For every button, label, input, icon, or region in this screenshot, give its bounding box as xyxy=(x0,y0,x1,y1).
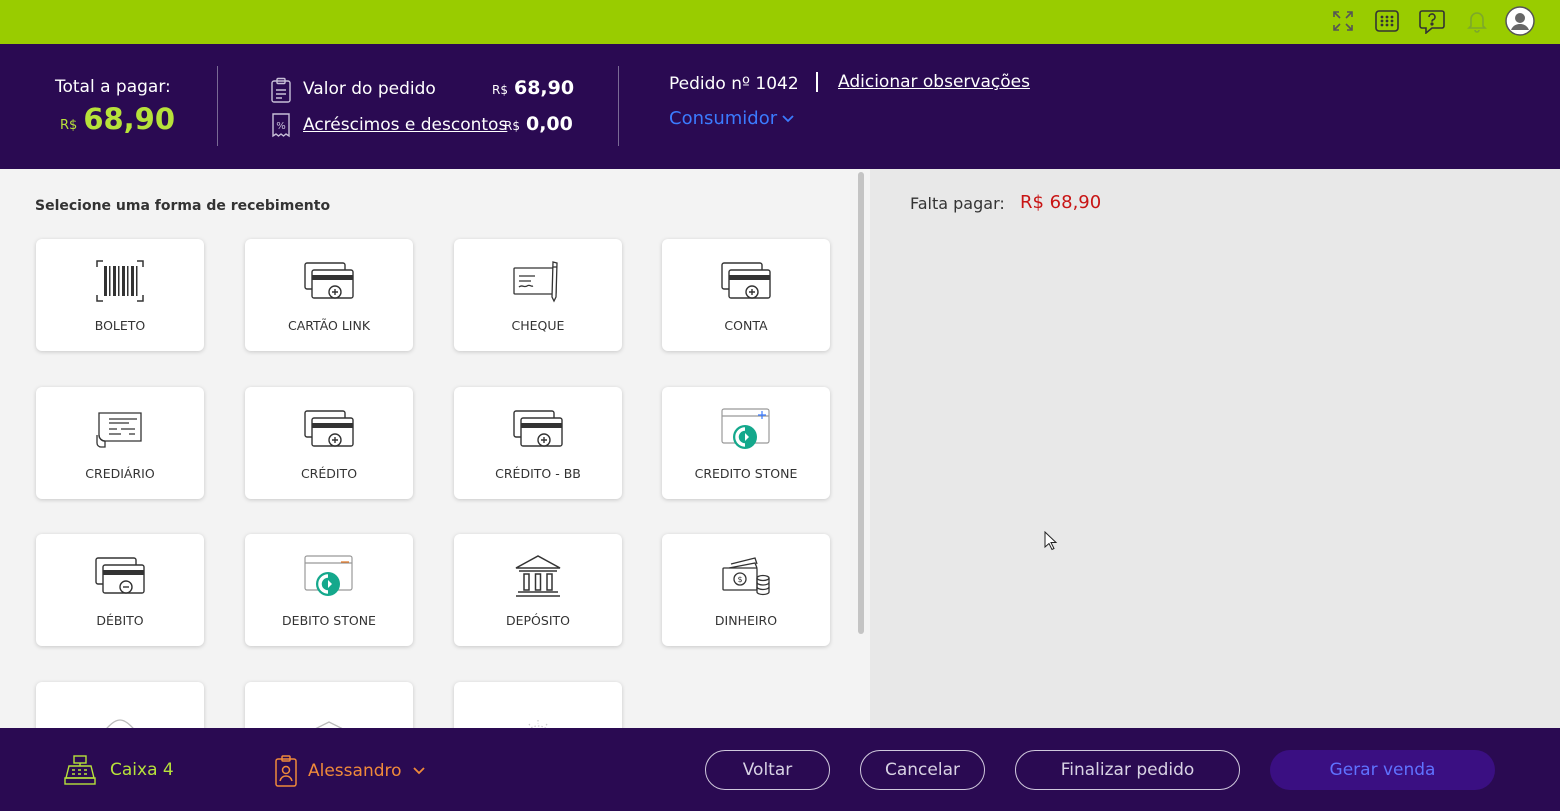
payment-card-partial[interactable] xyxy=(36,682,204,728)
payment-card-partial[interactable] xyxy=(454,682,622,728)
partial-icon xyxy=(106,719,134,728)
payment-credito[interactable]: CRÉDITO xyxy=(245,387,413,499)
payment-label: CARTÃO LINK xyxy=(287,318,371,333)
chevron-down-icon xyxy=(412,767,425,775)
barcode-icon xyxy=(96,260,144,302)
bell-icon[interactable] xyxy=(1462,6,1492,36)
credit-book-icon xyxy=(96,412,142,448)
adjust-amount: 0,00 xyxy=(525,113,573,135)
card-plus-icon xyxy=(513,410,563,447)
adjust-currency: R$ xyxy=(504,119,520,133)
cheque-icon xyxy=(513,261,558,303)
total-value: R$ 68,90 xyxy=(60,102,175,136)
card-minus-icon xyxy=(95,557,145,594)
payment-label: CREDITO STONE xyxy=(694,466,798,481)
cash-register-icon xyxy=(64,755,96,785)
divider xyxy=(217,66,218,146)
partial-icon xyxy=(528,720,548,728)
user-selector[interactable]: Alessandro xyxy=(274,755,426,787)
register-indicator: Caixa 4 xyxy=(64,755,174,785)
payment-label: CRÉDITO - BB xyxy=(495,466,581,481)
payment-label: DEBITO STONE xyxy=(282,613,376,628)
card-plus-icon xyxy=(304,410,354,447)
payment-cartao-link[interactable]: CARTÃO LINK xyxy=(245,239,413,351)
order-value-label: Valor do pedido xyxy=(303,79,436,99)
chevron-down-icon xyxy=(782,114,794,122)
order-value-amount: 68,90 xyxy=(513,77,575,99)
apps-grid-icon[interactable] xyxy=(1372,6,1402,36)
add-notes-link[interactable]: Adicionar observações xyxy=(838,72,1030,92)
total-label: Total a pagar: xyxy=(55,77,171,97)
payment-deposito[interactable]: DEPÓSITO xyxy=(454,534,622,646)
payment-credito-bb[interactable]: CRÉDITO - BB xyxy=(454,387,622,499)
footer-bar: Caixa 4 Alessandro Voltar Cancelar Final… xyxy=(0,728,1560,811)
divider xyxy=(618,66,619,146)
separator xyxy=(816,72,818,92)
order-value: R$ 68,90 xyxy=(492,77,574,99)
svg-text:%: % xyxy=(276,121,286,132)
clipboard-icon xyxy=(271,77,291,103)
stone-icon xyxy=(304,555,353,596)
payment-label: DÉBITO xyxy=(96,613,144,628)
cancel-button[interactable]: Cancelar xyxy=(860,750,985,790)
total-amount: 68,90 xyxy=(83,102,176,136)
bank-icon xyxy=(515,555,561,597)
card-plus-icon xyxy=(304,262,354,299)
adjust-value: R$ 0,00 xyxy=(504,113,573,135)
remaining-label: Falta pagar: xyxy=(910,194,1005,213)
total-currency: R$ xyxy=(60,118,78,133)
payment-boleto[interactable]: BOLETO xyxy=(36,239,204,351)
order-number: Pedido nº 1042 xyxy=(669,74,799,94)
back-button[interactable]: Voltar xyxy=(705,750,830,790)
register-label: Caixa 4 xyxy=(110,760,174,780)
payment-conta[interactable]: CONTA xyxy=(662,239,830,351)
customer-selector[interactable]: Consumidor xyxy=(669,108,795,129)
payment-crediario[interactable]: CREDIÁRIO xyxy=(36,387,204,499)
card-plus-icon xyxy=(721,262,771,299)
cash-icon: $ xyxy=(722,557,770,596)
order-header: Total a pagar: R$ 68,90 Valor do pedido … xyxy=(0,44,1560,169)
payment-section-title: Selecione uma forma de recebimento xyxy=(35,198,331,214)
partial-icon xyxy=(315,721,343,728)
stone-icon xyxy=(721,408,770,449)
payment-card-partial[interactable] xyxy=(245,682,413,728)
customer-label: Consumidor xyxy=(669,108,778,129)
user-label: Alessandro xyxy=(308,761,402,781)
help-chat-icon[interactable] xyxy=(1417,6,1447,36)
payment-label: DINHEIRO xyxy=(714,613,778,628)
payment-dinheiro[interactable]: $ DINHEIRO xyxy=(662,534,830,646)
payment-label: BOLETO xyxy=(94,318,146,333)
top-bar xyxy=(0,0,1560,44)
payment-label: CHEQUE xyxy=(511,318,565,333)
payment-methods-panel: Selecione uma forma de recebimento BOLET… xyxy=(0,169,870,728)
payment-debito-stone[interactable]: DEBITO STONE xyxy=(245,534,413,646)
payment-credito-stone[interactable]: CREDITO STONE xyxy=(662,387,830,499)
fullscreen-icon[interactable] xyxy=(1328,6,1358,36)
payment-cheque[interactable]: CHEQUE xyxy=(454,239,622,351)
svg-text:$: $ xyxy=(737,575,742,584)
badge-icon xyxy=(275,755,297,787)
payment-label: CRÉDITO xyxy=(300,466,358,481)
remaining-value: R$ 68,90 xyxy=(1020,192,1102,213)
adjustments-link[interactable]: Acréscimos e descontos xyxy=(303,115,507,135)
payment-summary-panel: Falta pagar: R$ 68,90 xyxy=(870,169,1560,728)
generate-sale-button[interactable]: Gerar venda xyxy=(1270,750,1495,790)
mouse-cursor-icon xyxy=(1044,531,1058,551)
scrollbar[interactable] xyxy=(858,172,864,634)
payment-label: CONTA xyxy=(724,318,768,333)
discount-receipt-icon: % xyxy=(272,113,290,138)
payment-label: DEPÓSITO xyxy=(506,613,570,628)
payment-debito[interactable]: DÉBITO xyxy=(36,534,204,646)
order-value-currency: R$ xyxy=(492,83,508,97)
finish-order-button[interactable]: Finalizar pedido xyxy=(1015,750,1240,790)
payment-label: CREDIÁRIO xyxy=(85,466,155,481)
user-avatar-icon[interactable] xyxy=(1505,6,1535,36)
